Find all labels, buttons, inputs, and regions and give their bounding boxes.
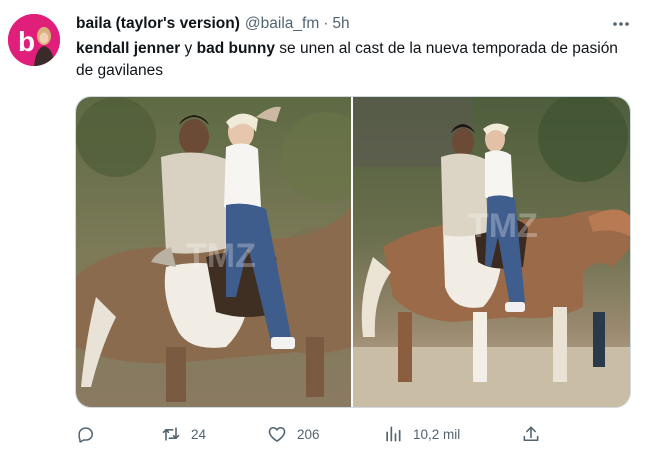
tweet-actions: 24 206 10,2 mil: [75, 420, 631, 448]
retweet-icon: [161, 424, 181, 444]
views-icon: [383, 424, 403, 444]
more-options-button[interactable]: [606, 14, 636, 34]
views-count: 10,2 mil: [413, 426, 461, 442]
retweet-button[interactable]: 24: [161, 420, 206, 448]
views-button[interactable]: 10,2 mil: [383, 420, 460, 448]
reply-icon: [75, 424, 95, 444]
svg-text:b: b: [18, 26, 35, 57]
media-grid: TMZ TMZ: [75, 96, 631, 408]
display-name[interactable]: baila (taylor's version): [76, 15, 240, 33]
tweet-time[interactable]: 5h: [332, 15, 349, 33]
user-handle[interactable]: @baila_fm: [245, 15, 319, 33]
mention-kendall: kendall jenner: [76, 40, 181, 57]
separator-dot: ·: [323, 15, 329, 32]
share-icon: [521, 424, 541, 444]
tmz-watermark-right: TMZ: [468, 207, 538, 245]
mention-bad-bunny: bad bunny: [196, 40, 275, 57]
tweet-header: baila (taylor's version) @baila_fm · 5h: [76, 13, 350, 35]
text-connector: y: [180, 40, 197, 57]
tmz-watermark-left: TMZ: [186, 237, 256, 275]
share-button[interactable]: [521, 420, 541, 448]
heart-icon: [267, 424, 287, 444]
retweet-count: 24: [191, 426, 207, 442]
like-button[interactable]: 206: [267, 420, 320, 448]
photo-left[interactable]: TMZ: [76, 97, 351, 407]
avatar[interactable]: b: [8, 14, 60, 66]
reply-button[interactable]: [75, 420, 105, 448]
more-dots-icon: [613, 22, 629, 26]
photo-right[interactable]: TMZ: [353, 97, 630, 407]
tweet-text: kendall jenner y bad bunny se unen al ca…: [76, 38, 636, 82]
like-count: 206: [297, 426, 320, 442]
